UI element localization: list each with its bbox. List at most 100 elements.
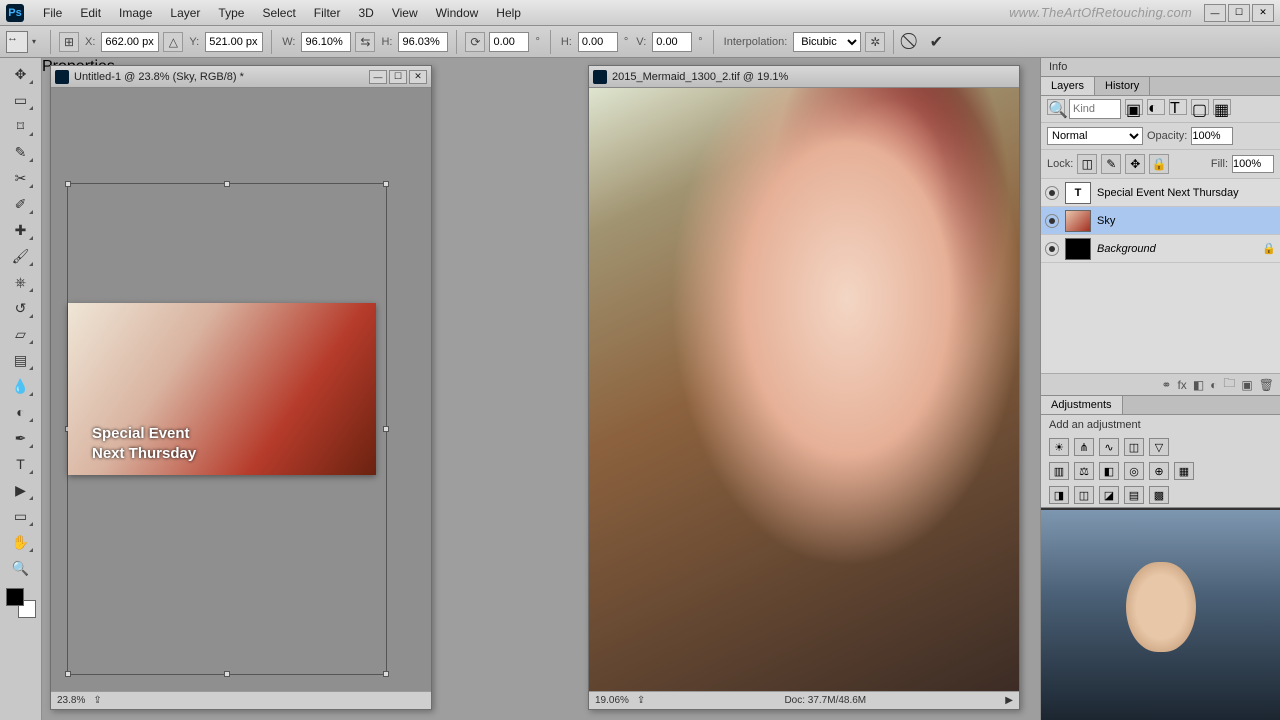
warp-toggle-icon[interactable]: ✲ [865,32,885,52]
history-brush-tool[interactable]: ↺ [7,296,35,320]
doc1-header[interactable]: Untitled-1 @ 23.8% (Sky, RGB/8) * — ☐ ✕ [51,66,431,88]
layer-name[interactable]: Sky [1097,215,1115,227]
hand-tool[interactable]: ✋ [7,530,35,554]
adjustments-tab[interactable]: Adjustments [1041,396,1123,414]
commit-transform-icon[interactable]: ✔ [926,32,946,52]
filter-type-icon[interactable]: T [1169,99,1187,115]
doc1-max-icon[interactable]: ☐ [389,70,407,84]
brush-tool[interactable]: 🖌 [7,244,35,268]
lasso-tool[interactable]: ⌑ [7,114,35,138]
adj-balance-icon[interactable]: ⚖ [1074,462,1094,480]
adjustment-layer-icon[interactable]: ◐ [1210,378,1217,392]
skew-h-field[interactable] [578,32,618,52]
quick-select-tool[interactable]: ✎ [7,140,35,164]
link-layers-icon[interactable]: ⚭ [1161,378,1171,392]
adj-curves-icon[interactable]: ∿ [1099,438,1119,456]
visibility-toggle-icon[interactable] [1045,186,1059,200]
move-tool[interactable]: ✥ [7,62,35,86]
new-layer-icon[interactable]: ▣ [1241,378,1252,392]
layers-tab[interactable]: Layers [1041,77,1095,95]
layer-name[interactable]: Special Event Next Thursday [1097,187,1239,199]
filter-shape-icon[interactable]: ▢ [1191,99,1209,115]
type-tool[interactable]: T [7,452,35,476]
history-tab[interactable]: History [1095,77,1150,95]
crop-tool[interactable]: ✂ [7,166,35,190]
adj-exposure-icon[interactable]: ◫ [1124,438,1144,456]
adj-brightness-icon[interactable]: ☀ [1049,438,1069,456]
window-close-button[interactable]: ✕ [1252,4,1274,22]
filter-kind-select[interactable] [1069,99,1121,119]
doc2-zoom[interactable]: 19.06% [595,695,629,706]
adj-photo-filter-icon[interactable]: ◎ [1124,462,1144,480]
visibility-toggle-icon[interactable] [1045,214,1059,228]
menu-3d[interactable]: 3D [349,3,382,23]
layer-row[interactable]: Sky [1041,207,1280,235]
path-select-tool[interactable]: ▶ [7,478,35,502]
window-minimize-button[interactable]: — [1204,4,1226,22]
doc1-min-icon[interactable]: — [369,70,387,84]
group-icon[interactable]: 🗀 [1223,374,1235,395]
blur-tool[interactable]: 💧 [7,374,35,398]
zoom-tool[interactable]: 🔍 [7,556,35,580]
link-wh-icon[interactable]: ⇆ [355,32,375,52]
doc1-close-icon[interactable]: ✕ [409,70,427,84]
adj-levels-icon[interactable]: ⋔ [1074,438,1094,456]
heal-tool[interactable]: ✚ [7,218,35,242]
gradient-tool[interactable]: ▤ [7,348,35,372]
menu-type[interactable]: Type [209,3,253,23]
doc2-header[interactable]: 2015_Mermaid_1300_2.tif @ 19.1% [589,66,1019,88]
menu-filter[interactable]: Filter [305,3,350,23]
menu-image[interactable]: Image [110,3,161,23]
menu-select[interactable]: Select [253,3,304,23]
tool-preset-icon[interactable]: ↔ [6,31,28,53]
filter-smart-icon[interactable]: ▦ [1213,99,1231,115]
adj-gradient-map-icon[interactable]: ▤ [1124,486,1144,504]
lock-pixels-icon[interactable]: ✎ [1101,154,1121,174]
adj-threshold-icon[interactable]: ◪ [1099,486,1119,504]
eyedropper-tool[interactable]: ✐ [7,192,35,216]
menu-view[interactable]: View [383,3,427,23]
doc2-share-icon[interactable]: ⇪ [637,695,645,706]
mask-icon[interactable]: ◧ [1193,378,1204,392]
doc2-scroll-icon[interactable]: ▶ [1005,695,1013,706]
cancel-transform-icon[interactable]: ⃠ [902,32,922,52]
h-field[interactable] [398,32,448,52]
lock-all-icon[interactable]: 🔒 [1149,154,1169,174]
adj-vibrance-icon[interactable]: ▽ [1149,438,1169,456]
shape-tool[interactable]: ▭ [7,504,35,528]
layer-row[interactable]: T Special Event Next Thursday [1041,179,1280,207]
adj-posterize-icon[interactable]: ◫ [1074,486,1094,504]
doc2-canvas-area[interactable] [589,88,1019,691]
filter-pixel-icon[interactable]: ▣ [1125,99,1143,115]
filter-search-icon[interactable]: 🔍 [1047,99,1065,115]
pen-tool[interactable]: ✒ [7,426,35,450]
doc1-share-icon[interactable]: ⇪ [93,695,101,706]
menu-help[interactable]: Help [487,3,530,23]
tool-preset-dd[interactable]: ▾ [32,37,42,46]
color-swatches[interactable] [6,588,36,618]
interp-select[interactable]: Bicubic [793,32,861,52]
swap-xy-icon[interactable]: △ [163,32,183,52]
reference-point-icon[interactable]: ⊞ [59,32,79,52]
window-maximize-button[interactable]: ☐ [1228,4,1250,22]
eraser-tool[interactable]: ▱ [7,322,35,346]
menu-layer[interactable]: Layer [161,3,209,23]
adj-lookup-icon[interactable]: ▦ [1174,462,1194,480]
fx-icon[interactable]: fx [1177,378,1186,392]
opacity-field[interactable] [1191,127,1233,145]
marquee-tool[interactable]: ▭ [7,88,35,112]
layer-row[interactable]: Background 🔒 [1041,235,1280,263]
rotate-field[interactable] [489,32,529,52]
delete-layer-icon[interactable]: 🗑 [1259,378,1274,392]
blend-mode-select[interactable]: Normal [1047,127,1143,145]
doc1-canvas-area[interactable]: Special Event Next Thursday [51,88,431,691]
adj-selective-icon[interactable]: ▩ [1149,486,1169,504]
dodge-tool[interactable]: ◐ [7,400,35,424]
lock-pos-icon[interactable]: ✥ [1125,154,1145,174]
menu-window[interactable]: Window [427,3,488,23]
adj-bw-icon[interactable]: ◧ [1099,462,1119,480]
adj-channel-mixer-icon[interactable]: ⊕ [1149,462,1169,480]
info-panel-tab[interactable]: Info [1041,58,1280,77]
skew-v-field[interactable] [652,32,692,52]
stamp-tool[interactable]: ⎈ [7,270,35,294]
